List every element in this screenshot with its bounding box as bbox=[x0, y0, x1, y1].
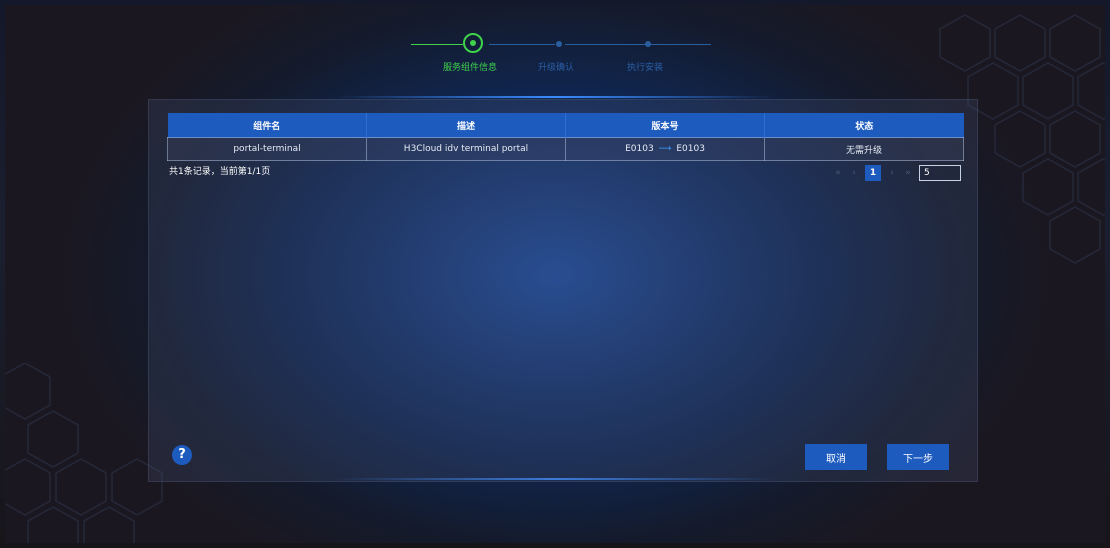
stepper-line bbox=[565, 44, 645, 45]
components-table: 组件名 描述 版本号 状态 portal-terminal H3Cloud id… bbox=[167, 113, 964, 161]
arrow-right-icon: ⟶ bbox=[658, 144, 672, 154]
column-header-description: 描述 bbox=[366, 113, 566, 138]
cell-status: 无需升级 bbox=[764, 137, 964, 161]
screen: 服务组件信息 升级确认 执行安装 组件名 描述 版本号 状态 portal-te… bbox=[5, 5, 1105, 543]
column-header-name: 组件名 bbox=[167, 113, 367, 138]
stepper-line-active bbox=[411, 44, 463, 45]
component-info-panel: 组件名 描述 版本号 状态 portal-terminal H3Cloud id… bbox=[148, 99, 978, 482]
cancel-button[interactable]: 取消 bbox=[805, 444, 867, 470]
table-header-row: 组件名 描述 版本号 状态 bbox=[167, 113, 964, 138]
cell-component-name: portal-terminal bbox=[167, 137, 367, 161]
help-icon[interactable]: ? bbox=[172, 445, 192, 465]
step-3-label: 执行安装 bbox=[627, 63, 664, 73]
step-2-label: 升级确认 bbox=[538, 63, 575, 73]
current-page-button[interactable]: 1 bbox=[865, 165, 881, 181]
version-to: E0103 bbox=[676, 144, 705, 154]
step-1-indicator bbox=[463, 33, 483, 53]
stepper-line bbox=[489, 44, 555, 45]
pagination: « ‹ 1 › » bbox=[833, 164, 961, 182]
last-page-icon[interactable]: » bbox=[903, 168, 913, 178]
table-row[interactable]: portal-terminal H3Cloud idv terminal por… bbox=[167, 137, 964, 161]
column-header-status: 状态 bbox=[764, 113, 964, 138]
record-summary: 共1条记录，当前第1/1页 bbox=[169, 167, 271, 177]
progress-stepper: 服务组件信息 升级确认 执行安装 bbox=[405, 27, 725, 77]
page-size-input[interactable] bbox=[919, 165, 961, 181]
next-page-icon[interactable]: › bbox=[887, 168, 897, 178]
column-header-version: 版本号 bbox=[565, 113, 765, 138]
prev-page-icon[interactable]: ‹ bbox=[849, 168, 859, 178]
cell-version: E0103 ⟶ E0103 bbox=[565, 137, 765, 161]
version-from: E0103 bbox=[625, 144, 654, 154]
first-page-icon[interactable]: « bbox=[833, 168, 843, 178]
step-1-label: 服务组件信息 bbox=[443, 63, 498, 73]
next-step-button[interactable]: 下一步 bbox=[887, 444, 949, 470]
step-2-indicator bbox=[556, 41, 562, 47]
glow-divider-top bbox=[335, 96, 775, 98]
cell-description: H3Cloud idv terminal portal bbox=[366, 137, 566, 161]
stepper-line bbox=[651, 44, 711, 45]
